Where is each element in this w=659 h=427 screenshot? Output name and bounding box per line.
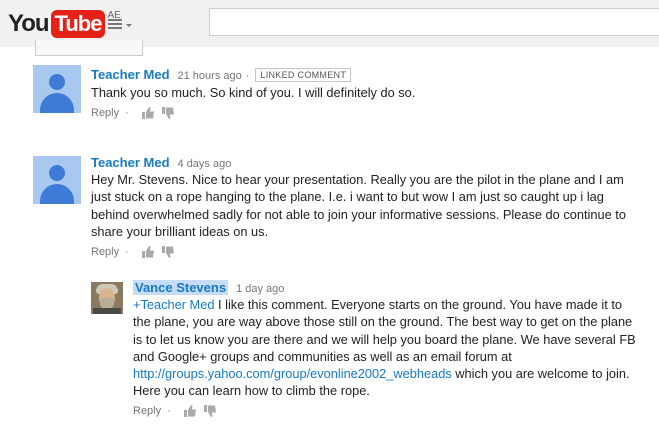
search-input[interactable] [209,8,659,36]
thumbs-up-icon[interactable] [183,404,197,418]
avatar[interactable] [33,156,81,204]
comment-time[interactable]: 4 days ago [178,158,232,170]
default-user-icon [49,74,65,90]
comment-author[interactable]: Teacher Med [91,155,170,170]
comment-header: Teacher Med 4 days ago [91,155,231,170]
youtube-logo[interactable]: You Tube AE [8,10,121,38]
thumbs-down-icon[interactable] [203,404,217,418]
reply-button[interactable]: Reply [91,246,119,258]
previous-comment-box-edge [35,40,143,56]
comment-actions: Reply · [91,245,175,259]
logo-you-text: You [8,10,50,37]
external-link[interactable]: http://groups.yahoo.com/group/evonline20… [133,366,452,381]
thumbs-up-icon[interactable] [141,106,155,120]
separator-dot: · [245,70,250,82]
comment-time[interactable]: 1 day ago [236,283,284,295]
reply-button[interactable]: Reply [133,405,161,417]
reply-button[interactable]: Reply [91,107,119,119]
comment-text: +Teacher Med I like this comment. Everyo… [133,296,643,400]
chevron-down-icon [126,23,132,27]
avatar[interactable] [33,65,81,113]
comment-actions: Reply · [91,106,175,120]
comment-text: Hey Mr. Stevens. Nice to hear your prese… [91,172,626,239]
comment-author[interactable]: Vance Stevens [133,280,229,295]
user-mention-link[interactable]: +Teacher Med [133,297,214,312]
guide-menu-button[interactable] [108,14,134,34]
comment-text: Thank you so much. So kind of you. I wil… [91,85,416,100]
separator-dot: · [167,405,171,417]
thumbs-down-icon[interactable] [161,106,175,120]
thumbs-down-icon[interactable] [161,245,175,259]
comment-header: Vance Stevens 1 day ago [133,280,284,295]
linked-comment-badge: LINKED COMMENT [255,68,352,82]
separator-dot: · [125,107,129,119]
thumbs-up-icon[interactable] [141,245,155,259]
separator-dot: · [125,246,129,258]
hamburger-icon [108,19,122,29]
avatar[interactable] [91,282,123,314]
comment-author[interactable]: Teacher Med [91,67,170,82]
default-user-icon [49,165,65,181]
comment-time[interactable]: 21 hours ago [178,70,242,82]
comment-actions: Reply · [133,404,217,418]
comment-header: Teacher Med 21 hours ago · LINKED COMMENT [91,67,352,82]
logo-tube-text: Tube [50,10,106,38]
